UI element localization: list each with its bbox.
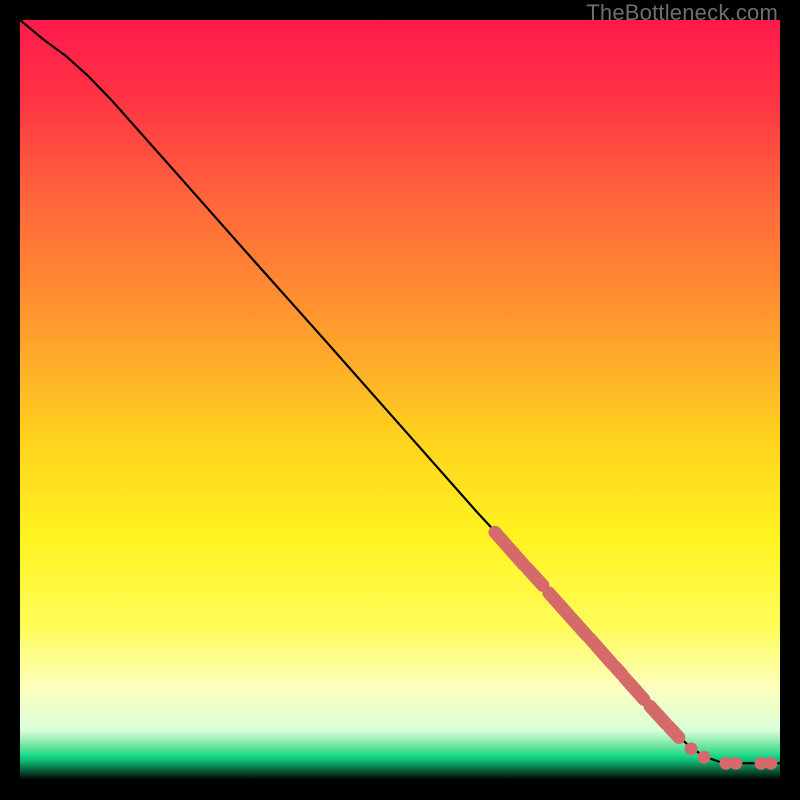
plot-background	[20, 20, 780, 780]
marker-dot	[729, 757, 742, 770]
bottleneck-curve-plot	[20, 20, 780, 780]
watermark-text: TheBottleneck.com	[586, 0, 778, 26]
marker-segment	[669, 727, 679, 738]
marker-dot	[698, 751, 711, 764]
chart-stage: TheBottleneck.com	[0, 0, 800, 800]
marker-dot	[764, 757, 777, 770]
marker-dot	[685, 742, 698, 755]
